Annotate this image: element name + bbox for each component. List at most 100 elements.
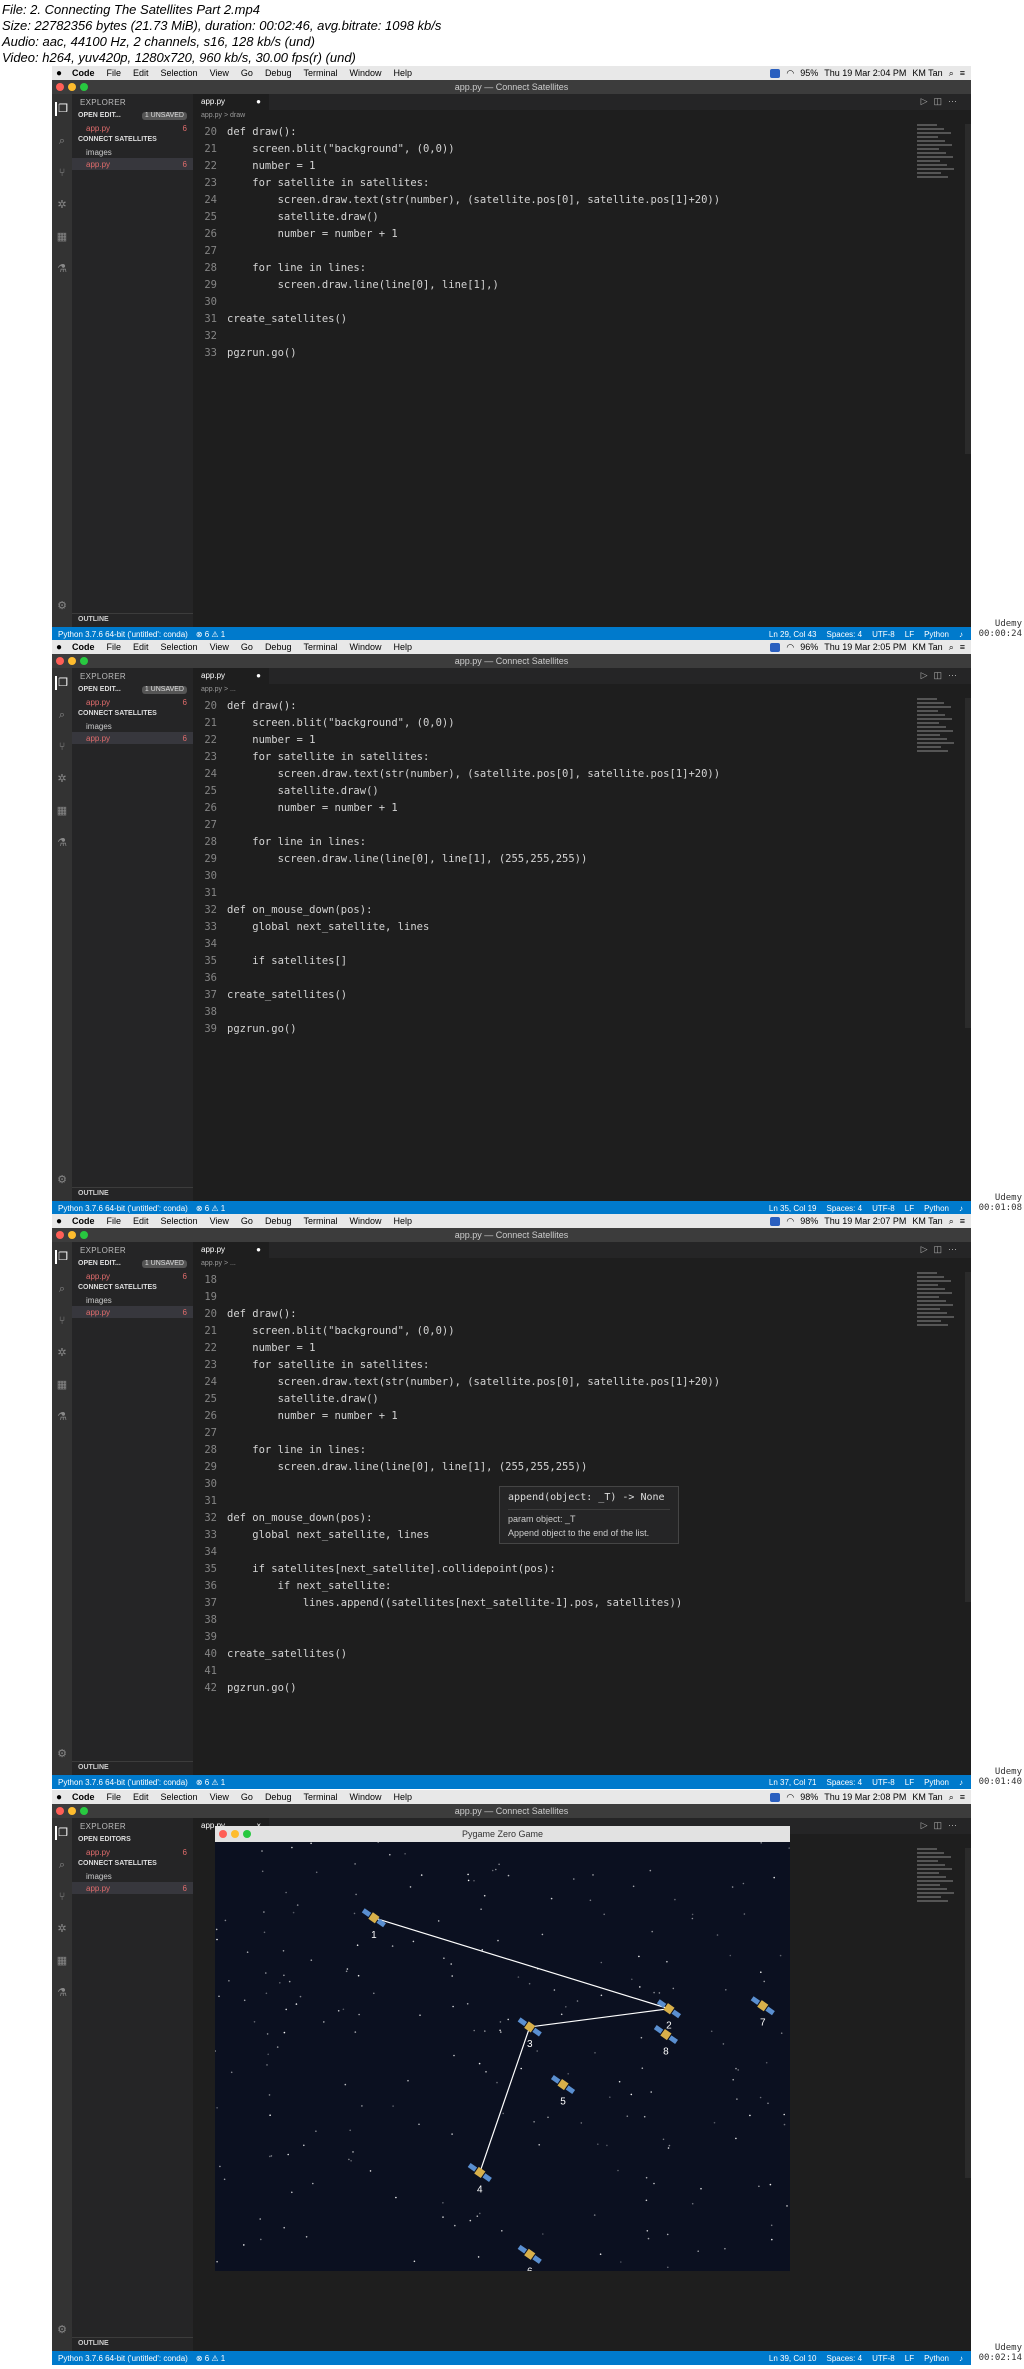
menu-view[interactable]: View — [204, 1216, 235, 1226]
outline-section[interactable]: OUTLINE — [72, 2337, 193, 2349]
indentation[interactable]: Spaces: 4 — [827, 630, 863, 639]
unsaved-dot-icon[interactable]: ● — [256, 94, 261, 110]
zoom-window-button[interactable] — [80, 1231, 88, 1239]
close-window-button[interactable] — [56, 1807, 64, 1815]
vertical-scrollbar[interactable] — [965, 1848, 971, 2178]
breadcrumb[interactable]: app.py > ... — [193, 684, 971, 696]
menu-terminal[interactable]: Terminal — [297, 1216, 343, 1226]
minimap[interactable] — [917, 1272, 957, 1332]
menu-debug[interactable]: Debug — [259, 1216, 298, 1226]
code-lines[interactable]: 20 def draw(): 21 screen.blit("background"… — [193, 124, 853, 362]
minimap[interactable] — [917, 124, 957, 184]
menubar-clock[interactable]: Thu 19 Mar 2:05 PM — [824, 642, 906, 652]
menubar-user[interactable]: KM Tan — [912, 1792, 942, 1802]
more-actions-icon[interactable]: ⋯ — [948, 670, 963, 680]
code-line[interactable]: 20 def draw(): — [193, 1306, 853, 1323]
code-line[interactable]: 31 — [193, 885, 853, 902]
code-line[interactable]: 30 — [193, 294, 853, 311]
menu-help[interactable]: Help — [388, 1792, 419, 1802]
cursor-position[interactable]: Ln 37, Col 71 — [769, 1778, 817, 1787]
code-line[interactable]: 40 create_satellites() — [193, 1646, 853, 1663]
file-app-py[interactable]: app.py 6 — [72, 158, 193, 170]
code-line[interactable]: 24 screen.draw.text(str(number), (satell… — [193, 192, 853, 209]
menu-window[interactable]: Window — [343, 1792, 387, 1802]
code-line[interactable]: 42 pgzrun.go() — [193, 1680, 853, 1697]
menu-app-code[interactable]: Code — [66, 68, 101, 78]
notification-center-icon[interactable]: ≡ — [960, 68, 965, 78]
menu-file[interactable]: File — [101, 1216, 128, 1226]
menu-go[interactable]: Go — [235, 642, 259, 652]
menu-window[interactable]: Window — [343, 642, 387, 652]
run-icon[interactable]: ▷ — [921, 96, 934, 106]
open-editor-app-py[interactable]: app.py 6 — [72, 122, 193, 134]
pygame-minimize-button[interactable] — [231, 1830, 239, 1838]
code-line[interactable]: 28 for line in lines: — [193, 834, 853, 851]
code-line[interactable]: 21 screen.blit("background", (0,0)) — [193, 141, 853, 158]
zoom-window-button[interactable] — [80, 1807, 88, 1815]
menu-help[interactable]: Help — [388, 642, 419, 652]
menubar-tray-icon[interactable] — [770, 1216, 781, 1226]
debug-icon[interactable]: ✲ — [55, 1346, 69, 1360]
open-editors-section[interactable]: OPEN EDIT... 1 UNSAVED — [72, 110, 193, 122]
code-line[interactable]: 30 — [193, 868, 853, 885]
open-editor-app-py[interactable]: app.py 6 — [72, 1846, 193, 1858]
outline-section[interactable]: OUTLINE — [72, 1761, 193, 1773]
test-icon[interactable]: ⚗ — [55, 262, 69, 276]
menubar-clock[interactable]: Thu 19 Mar 2:07 PM — [824, 1216, 906, 1226]
menubar-clock[interactable]: Thu 19 Mar 2:04 PM — [824, 68, 906, 78]
python-interpreter[interactable]: Python 3.7.6 64-bit ('untitled': conda) — [58, 630, 188, 639]
notification-center-icon[interactable]: ≡ — [960, 642, 965, 652]
menu-view[interactable]: View — [204, 1792, 235, 1802]
minimize-window-button[interactable] — [68, 1807, 76, 1815]
unsaved-dot-icon[interactable]: ● — [256, 1242, 261, 1258]
split-editor-icon[interactable]: ◫ — [933, 670, 948, 680]
search-icon[interactable]: ⌕ — [55, 1282, 69, 1296]
python-interpreter[interactable]: Python 3.7.6 64-bit ('untitled': conda) — [58, 2354, 188, 2363]
menu-help[interactable]: Help — [388, 68, 419, 78]
code-line[interactable]: 23 for satellite in satellites: — [193, 1357, 853, 1374]
problems-count[interactable]: ⊗ 6 ⚠ 1 — [196, 2354, 225, 2363]
code-line[interactable]: 23 for satellite in satellites: — [193, 175, 853, 192]
apple-icon[interactable]: ● — [52, 68, 66, 79]
code-line[interactable]: 34 — [193, 936, 853, 953]
battery-percent[interactable]: 96% — [800, 642, 818, 652]
code-line[interactable]: 38 — [193, 1612, 853, 1629]
extensions-icon[interactable]: ▦ — [55, 1378, 69, 1392]
menu-view[interactable]: View — [204, 642, 235, 652]
notifications-bell-icon[interactable]: ♪ — [959, 630, 963, 639]
code-line[interactable]: 36 if next_satellite: — [193, 1578, 853, 1595]
menu-edit[interactable]: Edit — [127, 642, 155, 652]
open-editors-section[interactable]: OPEN EDIT... 1 UNSAVED — [72, 684, 193, 696]
folder-images[interactable]: images — [72, 720, 193, 732]
menu-go[interactable]: Go — [235, 1216, 259, 1226]
code-line[interactable]: 22 number = 1 — [193, 732, 853, 749]
run-icon[interactable]: ▷ — [921, 670, 934, 680]
apple-icon[interactable]: ● — [52, 1792, 66, 1803]
extensions-icon[interactable]: ▦ — [55, 230, 69, 244]
wifi-icon[interactable]: ◠ — [786, 68, 794, 79]
menu-edit[interactable]: Edit — [127, 1216, 155, 1226]
settings-gear-icon[interactable]: ⚙ — [55, 2323, 69, 2337]
menubar-tray-icon[interactable] — [770, 68, 781, 78]
minimap[interactable] — [917, 1848, 957, 1908]
spotlight-search-icon[interactable]: ⌕ — [949, 68, 954, 79]
close-window-button[interactable] — [56, 83, 64, 91]
menu-window[interactable]: Window — [343, 1216, 387, 1226]
project-section[interactable]: CONNECT SATELLITES — [72, 134, 193, 146]
battery-percent[interactable]: 98% — [800, 1792, 818, 1802]
code-line[interactable]: 33 pgzrun.go() — [193, 345, 853, 362]
problems-count[interactable]: ⊗ 6 ⚠ 1 — [196, 630, 225, 639]
folder-images[interactable]: images — [72, 146, 193, 158]
test-icon[interactable]: ⚗ — [55, 1410, 69, 1424]
files-icon[interactable]: ❐ — [55, 1826, 69, 1840]
line-ending[interactable]: LF — [905, 630, 914, 639]
spotlight-search-icon[interactable]: ⌕ — [949, 1216, 954, 1227]
code-line[interactable]: 23 for satellite in satellites: — [193, 749, 853, 766]
code-line[interactable]: 22 number = 1 — [193, 158, 853, 175]
menubar-user[interactable]: KM Tan — [912, 1216, 942, 1226]
file-app-py[interactable]: app.py 6 — [72, 1882, 193, 1894]
code-line[interactable]: 26 number = number + 1 — [193, 800, 853, 817]
source-control-icon[interactable]: ⑂ — [55, 1890, 69, 1904]
debug-icon[interactable]: ✲ — [55, 772, 69, 786]
code-line[interactable]: 37 create_satellites() — [193, 987, 853, 1004]
